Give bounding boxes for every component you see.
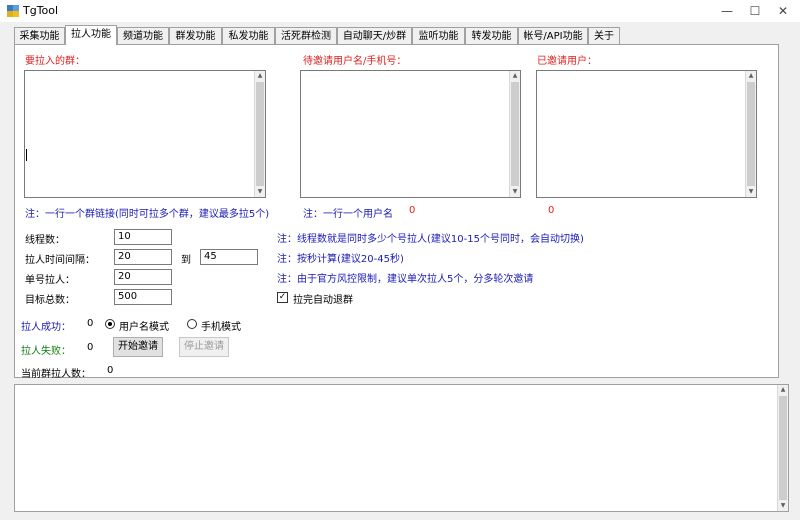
- tab-group-send[interactable]: 群发功能: [169, 27, 222, 44]
- tab-account-api[interactable]: 帐号/API功能: [518, 27, 588, 44]
- target-total-input[interactable]: 500: [114, 289, 172, 305]
- threads-input[interactable]: 10: [114, 229, 172, 245]
- username-mode-radio[interactable]: [105, 319, 115, 329]
- tab-auto-chat[interactable]: 自动聊天/炒群: [337, 27, 412, 44]
- phone-mode-label[interactable]: 手机模式: [201, 318, 241, 333]
- scroll-thumb[interactable]: [256, 82, 264, 186]
- close-button[interactable]: ✕: [769, 2, 797, 20]
- scroll-thumb[interactable]: [511, 82, 519, 186]
- fail-label: 拉人失败：: [21, 346, 71, 357]
- groups-label: 要拉入的群：: [25, 56, 85, 67]
- threads-label: 线程数：: [25, 235, 65, 246]
- interval-note: 注：按秒计算(建议20-45秒): [277, 254, 404, 265]
- text-cursor: [26, 149, 27, 161]
- log-textarea[interactable]: ▲ ▼: [14, 384, 789, 512]
- tab-forward[interactable]: 转发功能: [465, 27, 518, 44]
- scroll-thumb[interactable]: [747, 82, 755, 186]
- limit-note: 注：由于官方风控限制，建议单次拉人5个，分多轮次邀请: [277, 274, 534, 285]
- current-group-count: 0: [107, 365, 114, 376]
- target-total-label: 目标总数：: [25, 295, 75, 306]
- group-note: 注：一行一个群链接(同时可拉多个群，建议最多拉5个): [25, 209, 270, 220]
- scroll-down-icon[interactable]: ▼: [510, 187, 520, 197]
- tab-collect[interactable]: 采集功能: [14, 27, 65, 44]
- username-mode-label[interactable]: 用户名模式: [119, 318, 169, 333]
- tab-pull-members[interactable]: 拉人功能: [65, 25, 117, 45]
- current-group-label: 当前群拉人数：: [21, 369, 91, 380]
- scroll-down-icon[interactable]: ▼: [778, 501, 788, 511]
- success-count: 0: [87, 318, 94, 329]
- groups-scrollbar[interactable]: ▲ ▼: [254, 71, 265, 197]
- scroll-up-icon[interactable]: ▲: [255, 71, 265, 81]
- invited-users-label: 已邀请用户：: [537, 56, 597, 67]
- success-label: 拉人成功：: [21, 322, 71, 333]
- minimize-button[interactable]: —: [713, 2, 741, 20]
- fail-count: 0: [87, 342, 94, 353]
- auto-leave-label: 拉完自动退群: [293, 295, 353, 306]
- app-icon: [7, 5, 19, 17]
- invited-count: 0: [548, 205, 555, 216]
- stop-invite-button[interactable]: 停止邀请: [179, 337, 229, 357]
- pull-members-panel: 要拉入的群： 待邀请用户名/手机号： 已邀请用户： ▲ ▼ ▲ ▼ ▲ ▼ 注：…: [14, 44, 779, 380]
- interval-min-input[interactable]: 20: [114, 249, 172, 265]
- per-account-label: 单号拉人：: [25, 275, 75, 286]
- tab-private-send[interactable]: 私发功能: [222, 27, 275, 44]
- invited-scrollbar[interactable]: ▲ ▼: [745, 71, 756, 197]
- window-title: TgTool: [23, 4, 59, 17]
- threads-note: 注：线程数就是同时多少个号拉人(建议10-15个号同时，会自动切换): [277, 234, 584, 245]
- scroll-down-icon[interactable]: ▼: [746, 187, 756, 197]
- tab-channel[interactable]: 频道功能: [117, 27, 169, 44]
- interval-label: 拉人时间间隔：: [25, 255, 95, 266]
- interval-max-input[interactable]: 45: [200, 249, 258, 265]
- scroll-up-icon[interactable]: ▲: [778, 385, 788, 395]
- log-scrollbar[interactable]: ▲ ▼: [777, 385, 788, 511]
- maximize-button[interactable]: ☐: [741, 2, 769, 20]
- groups-textarea[interactable]: ▲ ▼: [24, 70, 266, 198]
- tab-about[interactable]: 关于: [588, 27, 620, 44]
- invited-users-textarea[interactable]: ▲ ▼: [536, 70, 757, 198]
- scroll-up-icon[interactable]: ▲: [510, 71, 520, 81]
- scroll-down-icon[interactable]: ▼: [255, 187, 265, 197]
- pending-users-label: 待邀请用户名/手机号：: [303, 56, 407, 67]
- pending-scrollbar[interactable]: ▲ ▼: [509, 71, 520, 197]
- pending-users-textarea[interactable]: ▲ ▼: [300, 70, 521, 198]
- user-note: 注：一行一个用户名: [303, 209, 393, 220]
- title-bar: TgTool — ☐ ✕: [0, 0, 800, 22]
- scroll-thumb[interactable]: [779, 396, 787, 500]
- pending-count: 0: [409, 205, 416, 216]
- auto-leave-checkbox[interactable]: ✓: [277, 292, 288, 303]
- interval-to-label: 到: [181, 255, 191, 266]
- tab-group-check[interactable]: 活死群检测: [275, 27, 337, 44]
- per-account-input[interactable]: 20: [114, 269, 172, 285]
- tab-monitor[interactable]: 监听功能: [412, 27, 465, 44]
- phone-mode-radio[interactable]: [187, 319, 197, 329]
- scroll-up-icon[interactable]: ▲: [746, 71, 756, 81]
- start-invite-button[interactable]: 开始邀请: [113, 337, 163, 357]
